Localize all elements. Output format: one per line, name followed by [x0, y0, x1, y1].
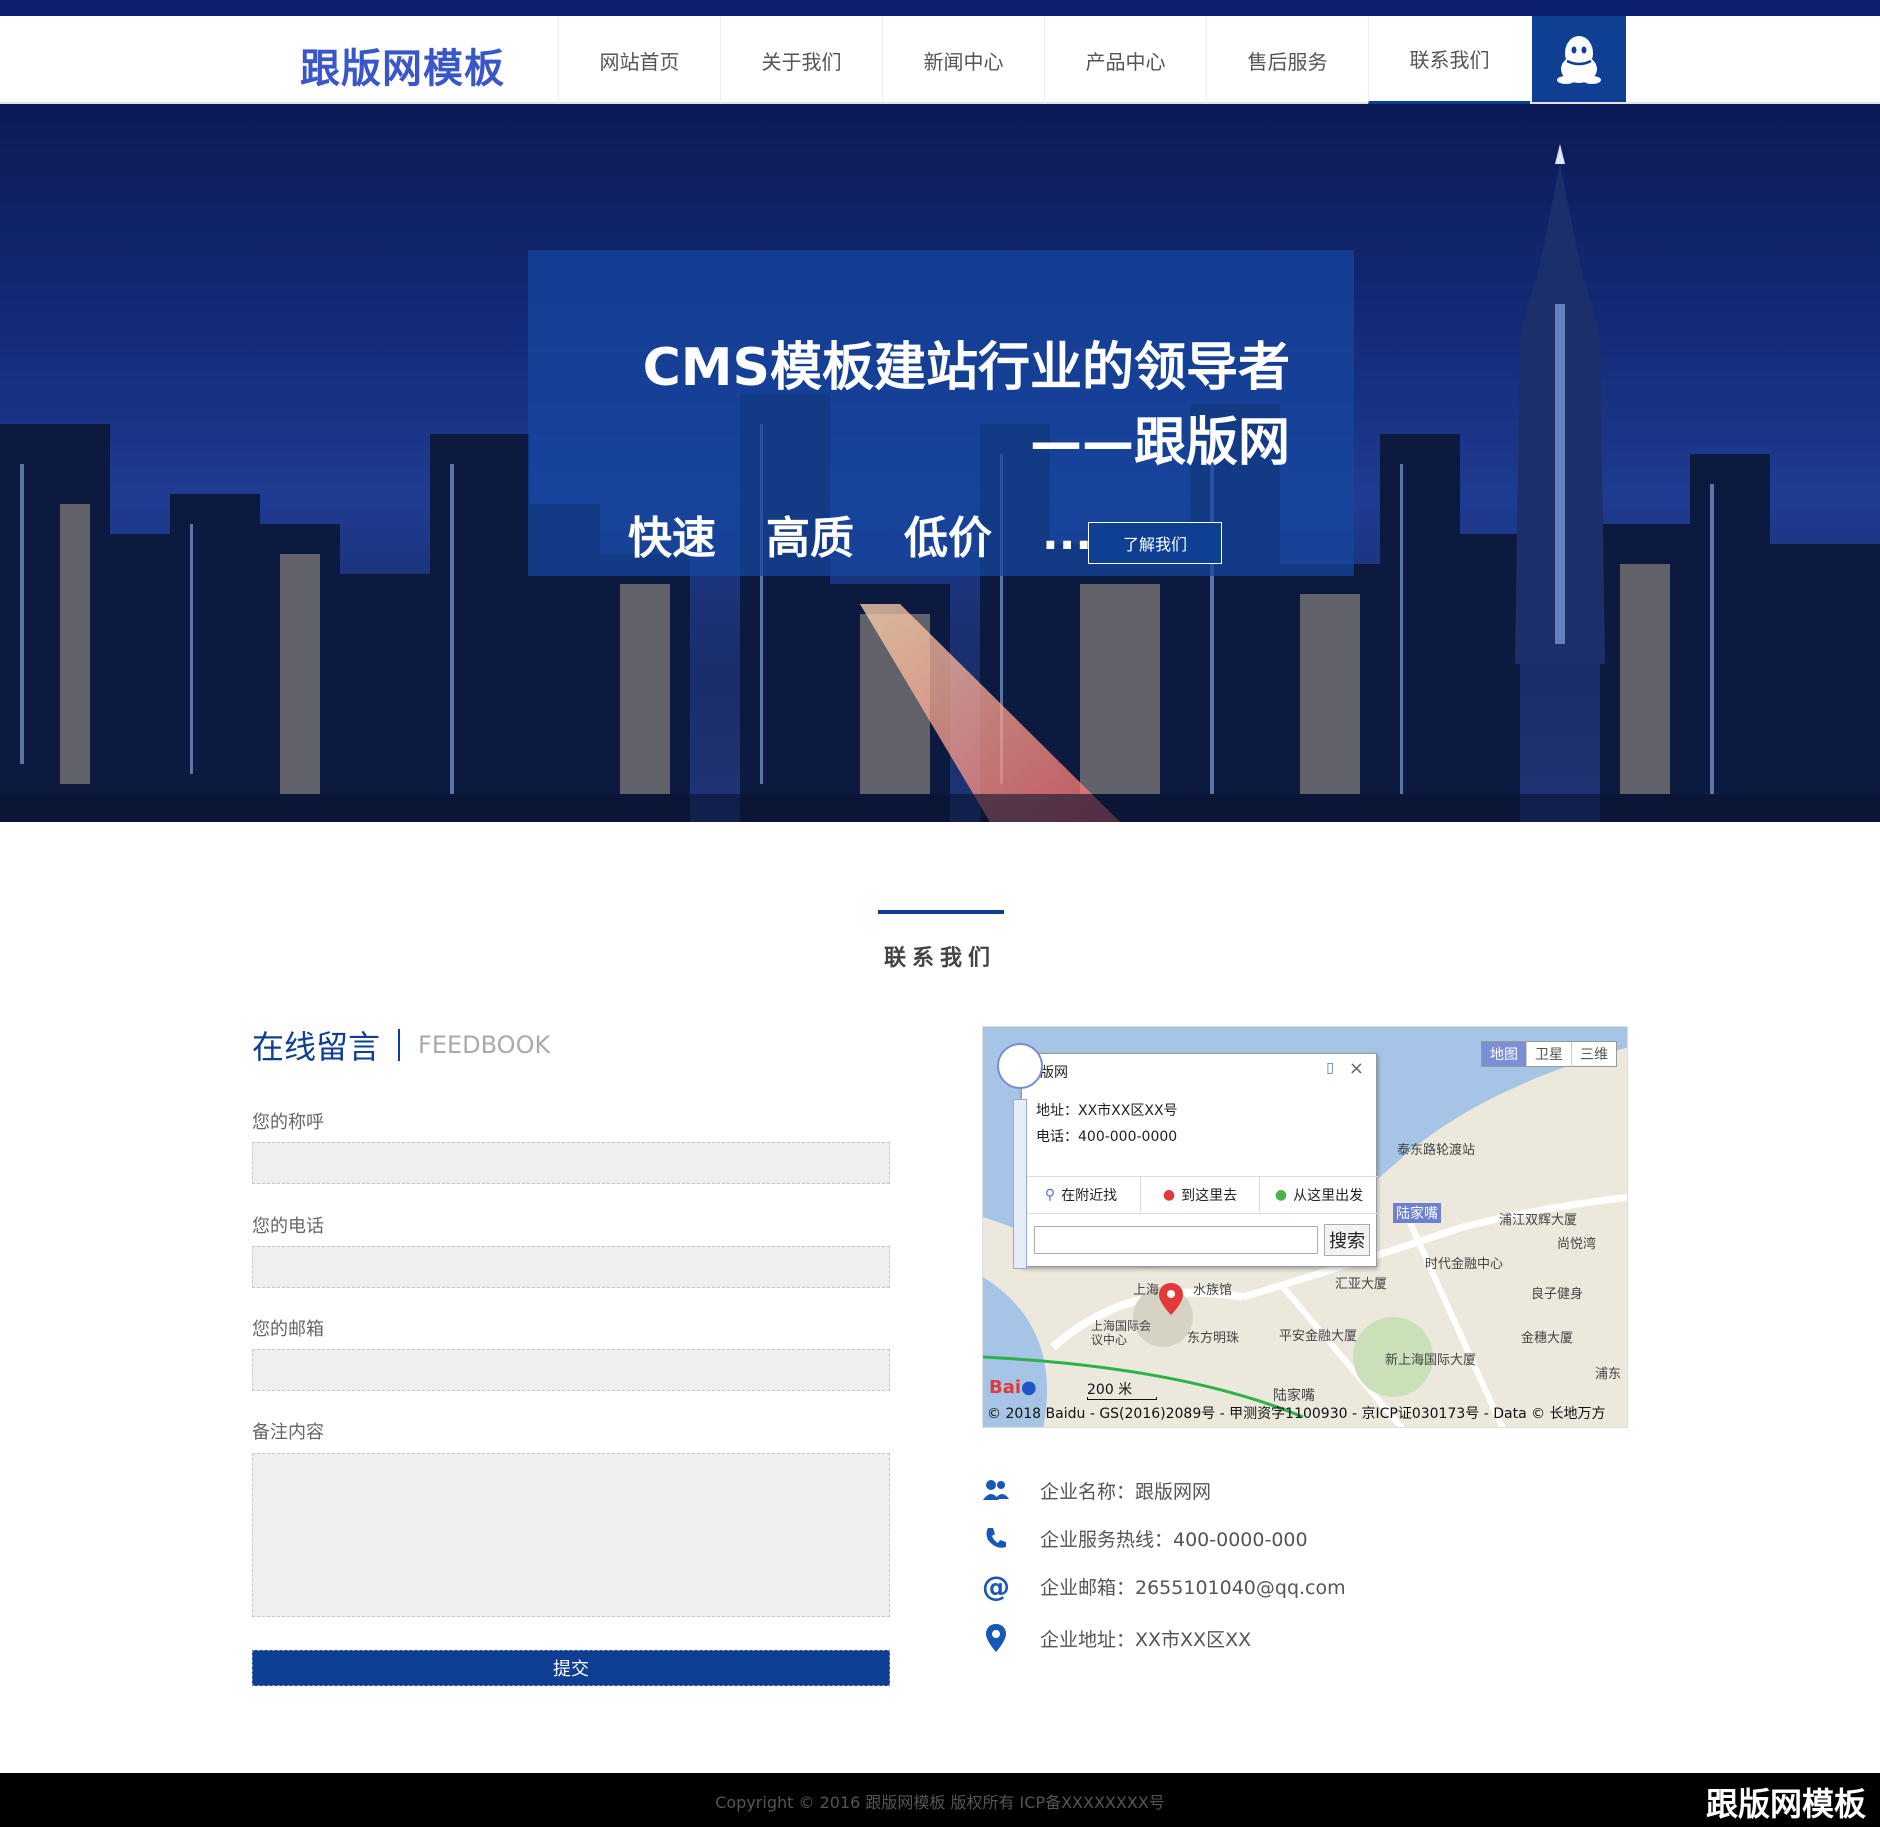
map-zoom-slider[interactable] [1013, 1099, 1027, 1269]
map-copyright: © 2018 Baidu - GS(2016)2089号 - 甲测资字11009… [987, 1406, 1606, 1422]
map-label-convention: 上海国际会议中心 [1091, 1319, 1152, 1347]
contact-address-row: 企业地址：XX市XX区XX [982, 1624, 1251, 1652]
contact-email-row: @ 企业邮箱：2655101040@qq.com [982, 1569, 1346, 1603]
map-label-new-shanghai: 新上海国际大厦 [1385, 1353, 1477, 1368]
nav-item-about[interactable]: 关于我们 [720, 16, 882, 104]
baidu-logo-icon: Bai● [989, 1377, 1037, 1398]
map-label-times-finance: 时代金融中心 [1425, 1257, 1504, 1272]
contact-hotline-text: 企业服务热线：400-0000-000 [1040, 1528, 1308, 1551]
contact-email-text: 企业邮箱：2655101040@qq.com [1040, 1576, 1346, 1599]
map-label-shangyuewan: 尚悦湾 [1557, 1237, 1597, 1252]
popup-title: 版网 [1040, 1065, 1068, 1081]
map-type-3d[interactable]: 三维 [1571, 1042, 1616, 1066]
map-info-popup: 版网 ▯ × 地址：XX市XX区XX号 电话：400-000-0000 ⚲ 在附… [1021, 1053, 1378, 1267]
nav-item-news[interactable]: 新闻中心 [882, 16, 1044, 104]
remarks-textarea[interactable] [252, 1453, 890, 1617]
hero-keyword-price: 低价 [904, 513, 992, 564]
contact-hotline-row: 企业服务热线：400-0000-000 [982, 1524, 1308, 1552]
route-to-label: 到这里去 [1181, 1188, 1238, 1204]
map-label-shuanghui: 浦江双辉大厦 [1499, 1213, 1578, 1228]
nav-item-home[interactable]: 网站首页 [558, 16, 720, 104]
popup-phone: 电话：400-000-0000 [1036, 1129, 1178, 1145]
nav-item-products[interactable]: 产品中心 [1044, 16, 1206, 104]
feedback-title-en: FEEDBOOK [418, 1031, 551, 1059]
footer-watermark: 跟版网模板 [1705, 1785, 1866, 1823]
nearby-search-label: 在附近找 [1061, 1188, 1118, 1204]
map-search-input[interactable] [1034, 1226, 1318, 1254]
hero-subtitle: ——跟版网 [1029, 413, 1290, 473]
email-label: 您的邮箱 [252, 1319, 324, 1340]
email-input[interactable] [252, 1349, 890, 1391]
phone-icon [982, 1524, 1010, 1552]
contact-address-text: 企业地址：XX市XX区XX [1040, 1628, 1252, 1651]
map-label-shanghai: 上海 [1133, 1283, 1160, 1298]
nearby-search-tab[interactable]: ⚲ 在附近找 [1022, 1177, 1141, 1213]
hero-keyword-quality: 高质 [766, 513, 854, 564]
route-to-tab[interactable]: ● 到这里去 [1141, 1177, 1260, 1213]
green-pin-icon: ● [1274, 1187, 1288, 1203]
contact-company-text: 企业名称：跟版网网 [1040, 1480, 1212, 1503]
popup-address: 地址：XX市XX区XX号 [1036, 1103, 1178, 1119]
map-type-switch: 地图 卫星 三维 [1481, 1041, 1617, 1067]
feedback-title-separator [398, 1029, 401, 1061]
feedback-heading: 在线留言 FEEDBOOK [252, 1022, 550, 1068]
site-footer: Copyright © 2016 跟版网模板 版权所有 ICP备XXXXXXXX… [0, 1773, 1880, 1827]
main-nav: 网站首页 关于我们 新闻中心 产品中心 售后服务 联系我们 [558, 16, 1530, 104]
map-label-pingan: 平安金融大厦 [1279, 1329, 1358, 1344]
at-icon: @ [982, 1569, 1010, 1603]
map-label-aquarium: 水族馆 [1193, 1283, 1233, 1298]
map-pan-control[interactable] [997, 1043, 1043, 1089]
magnifier-icon: ⚲ [1044, 1187, 1056, 1203]
map-scale-label: 200 米 [1087, 1382, 1133, 1398]
hero-title: CMS模板建站行业的领导者 [642, 338, 1290, 398]
hero-banner: CMS模板建站行业的领导者 ——跟版网 快速 高质 低价 .... 了解我们 [0, 104, 1880, 822]
learn-more-button[interactable]: 了解我们 [1088, 522, 1222, 564]
hero-keyword-fast: 快速 [628, 513, 716, 564]
map-search-button[interactable]: 搜索 [1324, 1224, 1370, 1256]
map-marker-icon[interactable] [1159, 1283, 1183, 1315]
map-label-jinsui: 金穗大厦 [1521, 1331, 1574, 1346]
remarks-label: 备注内容 [252, 1422, 324, 1443]
map-label-oriental-pearl: 东方明珠 [1187, 1331, 1240, 1346]
map-label-pudong: 浦东 [1595, 1367, 1622, 1382]
feedback-title-cn: 在线留言 [252, 1028, 381, 1066]
top-accent-bar [0, 0, 1880, 16]
phone-input[interactable] [252, 1246, 890, 1288]
map-label-huiya: 汇亚大厦 [1335, 1277, 1388, 1292]
footer-copyright: Copyright © 2016 跟版网模板 版权所有 ICP备XXXXXXXX… [715, 1793, 1165, 1812]
section-title: 联系我们 [883, 946, 996, 971]
hero-keywords: 快速 高质 低价 .... [628, 502, 1109, 566]
hero-overlay-box: CMS模板建站行业的领导者 ——跟版网 快速 高质 低价 .... 了解我们 [528, 250, 1354, 576]
map-type-satellite[interactable]: 卫星 [1526, 1042, 1571, 1066]
submit-button[interactable]: 提交 [252, 1650, 890, 1686]
popup-actions: ⚲ 在附近找 ● 到这里去 ● 从这里出发 [1022, 1176, 1378, 1214]
map-label-lujiazui-station: 陆家嘴 [1273, 1388, 1315, 1404]
route-from-tab[interactable]: ● 从这里出发 [1260, 1177, 1378, 1213]
close-icon[interactable]: × [1349, 1058, 1364, 1079]
qq-button[interactable] [1532, 16, 1626, 102]
map-label-lujiazui: 陆家嘴 [1393, 1203, 1441, 1223]
nav-item-contact[interactable]: 联系我们 [1368, 16, 1530, 104]
contact-company-row: 企业名称：跟版网网 [982, 1476, 1211, 1504]
map-scale-bar [1087, 1397, 1157, 1400]
name-input[interactable] [252, 1142, 890, 1184]
name-label: 您的称呼 [252, 1112, 324, 1133]
qq-penguin-icon [1557, 36, 1601, 84]
section-divider [878, 910, 1004, 914]
nav-item-service[interactable]: 售后服务 [1206, 16, 1368, 104]
site-logo[interactable]: 跟版网模板 [300, 36, 505, 94]
map-type-map[interactable]: 地图 [1482, 1042, 1526, 1066]
mobile-icon[interactable]: ▯ [1326, 1060, 1334, 1076]
map-label-gym: 良子健身 [1531, 1287, 1584, 1302]
route-from-label: 从这里出发 [1293, 1188, 1364, 1204]
red-pin-icon: ● [1162, 1187, 1176, 1203]
site-header: 跟版网模板 网站首页 关于我们 新闻中心 产品中心 售后服务 联系我们 [0, 16, 1880, 104]
location-pin-icon [982, 1624, 1010, 1652]
users-icon [982, 1476, 1010, 1504]
map-label-ferry: 泰东路轮渡站 [1397, 1143, 1476, 1158]
phone-label: 您的电话 [252, 1216, 324, 1237]
baidu-map[interactable]: 地图 卫星 三维 泰东路轮渡站 陆家嘴 浦江双辉大厦 尚悦湾 时代金融中心 良子… [982, 1026, 1628, 1428]
